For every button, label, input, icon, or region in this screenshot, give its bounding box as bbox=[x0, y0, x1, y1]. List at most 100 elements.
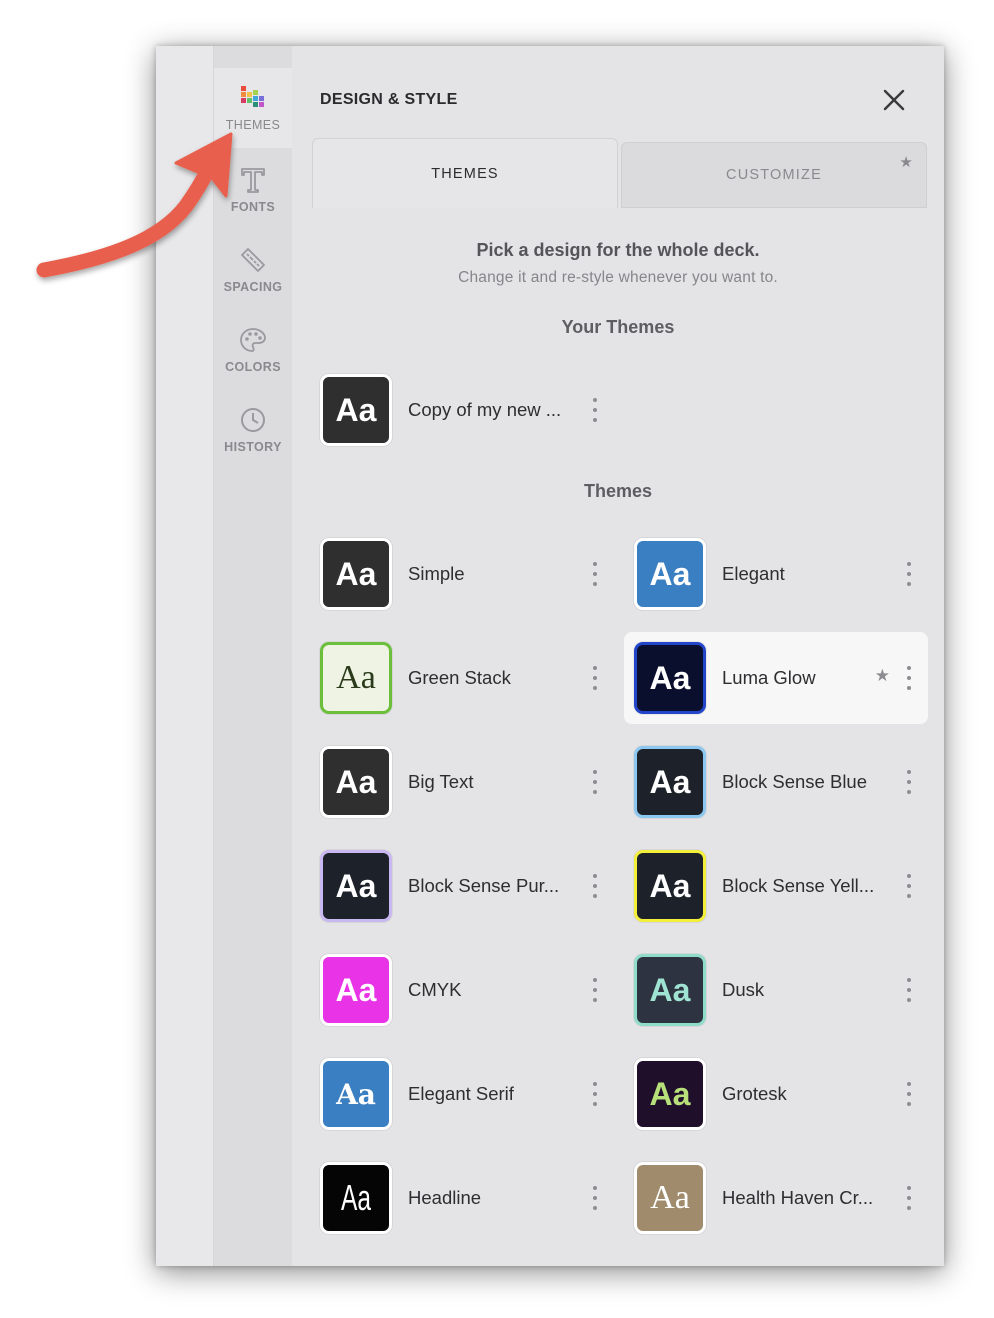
theme-sample-text: Aa bbox=[649, 763, 691, 800]
theme-preview-tile: Aa bbox=[320, 1058, 392, 1130]
nav-fonts[interactable]: FONTS bbox=[214, 150, 292, 230]
nav-spacing[interactable]: SPACING bbox=[214, 230, 292, 310]
theme-preview-tile: Aa bbox=[634, 1162, 706, 1234]
themes-palette-icon bbox=[237, 82, 269, 114]
theme-preview-tile: Aa bbox=[634, 850, 706, 922]
design-style-panel: THEMES FONTS SPACING COLORS HISTORY DESI… bbox=[156, 46, 944, 1266]
theme-sample-text: Aa bbox=[335, 971, 377, 1008]
theme-preview-tile: Aa bbox=[634, 538, 706, 610]
panel-title: DESIGN & STYLE bbox=[320, 91, 458, 108]
theme-item[interactable]: Aa Block Sense Pur... bbox=[310, 840, 614, 932]
close-icon bbox=[883, 89, 905, 111]
theme-sample-text: Aa bbox=[335, 763, 377, 800]
theme-sample-text: Aa bbox=[336, 659, 376, 696]
more-options-icon[interactable] bbox=[904, 562, 914, 586]
theme-sample-text: Aa bbox=[649, 659, 691, 696]
paint-palette-icon bbox=[237, 324, 269, 356]
close-button[interactable] bbox=[880, 86, 908, 114]
theme-item[interactable]: Aa CMYK bbox=[310, 944, 614, 1036]
star-icon: ★ bbox=[899, 154, 914, 171]
theme-preview-tile: Aa bbox=[634, 746, 706, 818]
clock-icon bbox=[237, 404, 269, 436]
tab-customize[interactable]: CUSTOMIZE ★ bbox=[621, 142, 927, 208]
theme-name: Elegant Serif bbox=[408, 1083, 514, 1104]
theme-item[interactable]: Aa Elegant bbox=[624, 528, 928, 620]
theme-name: Big Text bbox=[408, 771, 474, 792]
more-options-icon[interactable] bbox=[904, 1082, 914, 1106]
more-options-icon[interactable] bbox=[590, 562, 600, 586]
theme-sample-text: Aa bbox=[649, 971, 691, 1008]
more-options-icon[interactable] bbox=[590, 874, 600, 898]
more-options-icon[interactable] bbox=[904, 666, 914, 690]
more-options-icon[interactable] bbox=[590, 770, 600, 794]
nav-colors[interactable]: COLORS bbox=[214, 310, 292, 390]
more-options-icon[interactable] bbox=[590, 1082, 600, 1106]
theme-name: CMYK bbox=[408, 979, 462, 1000]
theme-item[interactable]: Aa Green Stack bbox=[310, 632, 614, 724]
theme-item[interactable]: Aa Block Sense Blue bbox=[624, 736, 928, 828]
ruler-icon bbox=[237, 244, 269, 276]
text-t-icon bbox=[237, 164, 269, 196]
theme-sample-text: Aa bbox=[336, 1077, 376, 1111]
theme-item[interactable]: Aa Health Haven Cr... bbox=[624, 1152, 928, 1244]
theme-item[interactable]: Aa Simple bbox=[310, 528, 614, 620]
nav-label-colors: COLORS bbox=[225, 360, 281, 374]
tab-themes[interactable]: THEMES bbox=[312, 138, 618, 208]
theme-name: Elegant bbox=[722, 563, 785, 584]
theme-name: Green Stack bbox=[408, 667, 511, 688]
theme-name: Block Sense Yell... bbox=[722, 875, 875, 896]
more-options-icon[interactable] bbox=[590, 666, 600, 690]
intro-title: Pick a design for the whole deck. bbox=[476, 240, 760, 260]
theme-item[interactable]: Aa Elegant Serif bbox=[310, 1048, 614, 1140]
more-options-icon[interactable] bbox=[590, 978, 600, 1002]
theme-name: Block Sense Pur... bbox=[408, 875, 560, 896]
theme-item[interactable]: Aa Grotesk bbox=[624, 1048, 928, 1140]
theme-item[interactable]: Aa Big Text bbox=[310, 736, 614, 828]
theme-preview-tile: Aa bbox=[320, 374, 392, 446]
theme-preview-tile: Aa bbox=[320, 538, 392, 610]
more-options-icon[interactable] bbox=[904, 1186, 914, 1210]
nav-label-themes: THEMES bbox=[225, 118, 281, 132]
theme-sample-text: Aa bbox=[341, 1177, 371, 1218]
more-options-icon[interactable] bbox=[904, 978, 914, 1002]
more-options-icon[interactable] bbox=[590, 398, 600, 422]
theme-name: Grotesk bbox=[722, 1083, 787, 1104]
theme-preview-tile: Aa bbox=[320, 746, 392, 818]
more-options-icon[interactable] bbox=[904, 874, 914, 898]
nav-themes[interactable]: THEMES bbox=[214, 68, 292, 148]
theme-sample-text: Aa bbox=[649, 1075, 691, 1112]
theme-item[interactable]: Aa Dusk bbox=[624, 944, 928, 1036]
theme-name: Dusk bbox=[722, 979, 765, 1000]
nav-label-fonts: FONTS bbox=[230, 200, 276, 214]
main-content: DESIGN & STYLE THEMES CUSTOMIZE ★ Pick a… bbox=[292, 46, 944, 1266]
themes-heading: Themes bbox=[583, 481, 653, 501]
star-icon: ★ bbox=[874, 666, 890, 685]
nav-history[interactable]: HISTORY bbox=[214, 390, 292, 470]
theme-preview-tile: Aa bbox=[320, 642, 392, 714]
intro-subtitle: Change it and re-style whenever you want… bbox=[458, 269, 778, 286]
theme-sample-text: Aa bbox=[649, 867, 691, 904]
more-options-icon[interactable] bbox=[904, 770, 914, 794]
theme-name: Block Sense Blue bbox=[722, 771, 868, 792]
side-nav: THEMES FONTS SPACING COLORS HISTORY bbox=[214, 46, 292, 1266]
theme-item[interactable]: Aa Block Sense Yell... bbox=[624, 840, 928, 932]
theme-preview-tile: Aa bbox=[634, 954, 706, 1026]
theme-item[interactable]: Aa Headline bbox=[310, 1152, 614, 1244]
left-edge-strip bbox=[156, 46, 214, 1266]
tab-customize-label: CUSTOMIZE bbox=[726, 167, 822, 183]
theme-name: Copy of my new ... bbox=[408, 399, 562, 420]
theme-item[interactable]: Aa Luma Glow ★ bbox=[624, 632, 928, 724]
theme-sample-text: Aa bbox=[335, 391, 377, 428]
tab-themes-label: THEMES bbox=[431, 165, 499, 182]
nav-label-spacing: SPACING bbox=[223, 280, 283, 294]
your-themes-heading: Your Themes bbox=[561, 317, 675, 337]
theme-preview-tile: Aa bbox=[320, 1162, 392, 1234]
theme-item[interactable]: Aa Copy of my new ... bbox=[310, 364, 614, 456]
theme-name: Health Haven Cr... bbox=[722, 1187, 874, 1208]
theme-name: Luma Glow bbox=[722, 667, 816, 688]
more-options-icon[interactable] bbox=[590, 1186, 600, 1210]
theme-preview-tile: Aa bbox=[634, 642, 706, 714]
theme-sample-text: Aa bbox=[335, 555, 377, 592]
theme-preview-tile: Aa bbox=[634, 1058, 706, 1130]
theme-preview-tile: Aa bbox=[320, 850, 392, 922]
